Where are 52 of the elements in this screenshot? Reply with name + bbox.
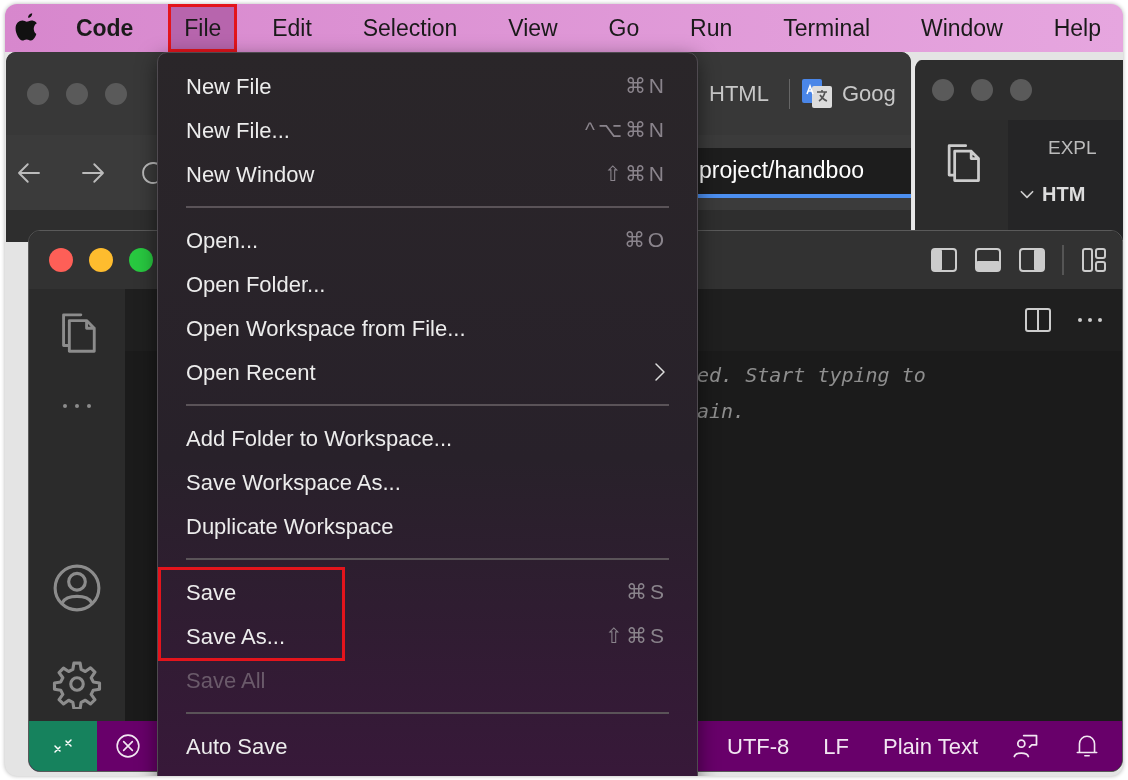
- folder-label[interactable]: HTM: [1042, 178, 1086, 209]
- split-editor-icon[interactable]: [1024, 306, 1052, 334]
- menu-item[interactable]: New Window: [186, 157, 315, 191]
- window-control[interactable]: [129, 248, 153, 272]
- panel-title: EXPL: [1047, 136, 1097, 160]
- browser-tab[interactable]: HTML: [709, 77, 769, 110]
- shortcut-label: ^⌥⌘N: [584, 117, 667, 144]
- menu-item[interactable]: Save: [186, 575, 237, 609]
- placeholder-text: ain.: [697, 398, 747, 425]
- menu-item[interactable]: Add Folder to Workspace...: [186, 421, 453, 455]
- menu-item[interactable]: Help: [1037, 4, 1117, 52]
- shortcut-label: ⌘N: [624, 73, 667, 100]
- menu-item[interactable]: Go: [592, 4, 656, 52]
- menu-item[interactable]: Open...: [186, 223, 259, 257]
- account-icon[interactable]: [52, 563, 102, 613]
- menu-item[interactable]: Open Folder...: [186, 267, 326, 301]
- translate-icon: [799, 76, 834, 111]
- menu-item[interactable]: Save Workspace As...: [186, 465, 401, 499]
- menu-item[interactable]: File: [168, 4, 238, 52]
- status-item[interactable]: UTF-8: [727, 729, 790, 763]
- more-icon[interactable]: [1076, 316, 1104, 324]
- menu-item[interactable]: Save As...: [186, 619, 286, 653]
- menu-item[interactable]: Auto Save: [186, 729, 288, 763]
- menu-item[interactable]: View: [492, 4, 574, 52]
- menu-item[interactable]: New File: [186, 69, 272, 103]
- menu-item[interactable]: Duplicate Workspace: [186, 509, 394, 543]
- browser-tab[interactable]: Goog: [841, 77, 896, 110]
- menu-item[interactable]: Open Recent: [186, 355, 316, 389]
- feedback-icon[interactable]: [1012, 732, 1040, 760]
- shortcut-label: ⌘O: [623, 227, 667, 254]
- shortcut-label: ⌘S: [626, 579, 667, 606]
- menu-item[interactable]: Selection: [346, 4, 474, 52]
- menu-item[interactable]: Window: [904, 4, 1019, 52]
- settings-icon[interactable]: [52, 659, 102, 709]
- shortcut-label: ⇧⌘S: [605, 623, 667, 650]
- status-item[interactable]: LF: [823, 729, 849, 763]
- window-control[interactable]: [49, 248, 73, 272]
- menu-item[interactable]: Terminal: [767, 4, 887, 52]
- sidebar-right-icon[interactable]: [1018, 246, 1046, 274]
- status-item[interactable]: Plain Text: [883, 729, 978, 763]
- layout-icon[interactable]: [1080, 246, 1108, 274]
- panel-bottom-icon[interactable]: [974, 246, 1002, 274]
- menu-item[interactable]: New File...: [186, 113, 290, 147]
- menu-item[interactable]: Open Workspace from File...: [186, 311, 466, 345]
- window-control[interactable]: [89, 248, 113, 272]
- sidebar-left-icon[interactable]: [930, 246, 958, 274]
- menu-item: Save All: [186, 666, 266, 695]
- error-icon[interactable]: [115, 733, 141, 759]
- placeholder-text: ed. Start typing to: [697, 362, 927, 389]
- menu-item[interactable]: Code: [59, 4, 150, 52]
- menu-item[interactable]: Run: [674, 4, 749, 52]
- menu-item[interactable]: Edit: [256, 4, 328, 52]
